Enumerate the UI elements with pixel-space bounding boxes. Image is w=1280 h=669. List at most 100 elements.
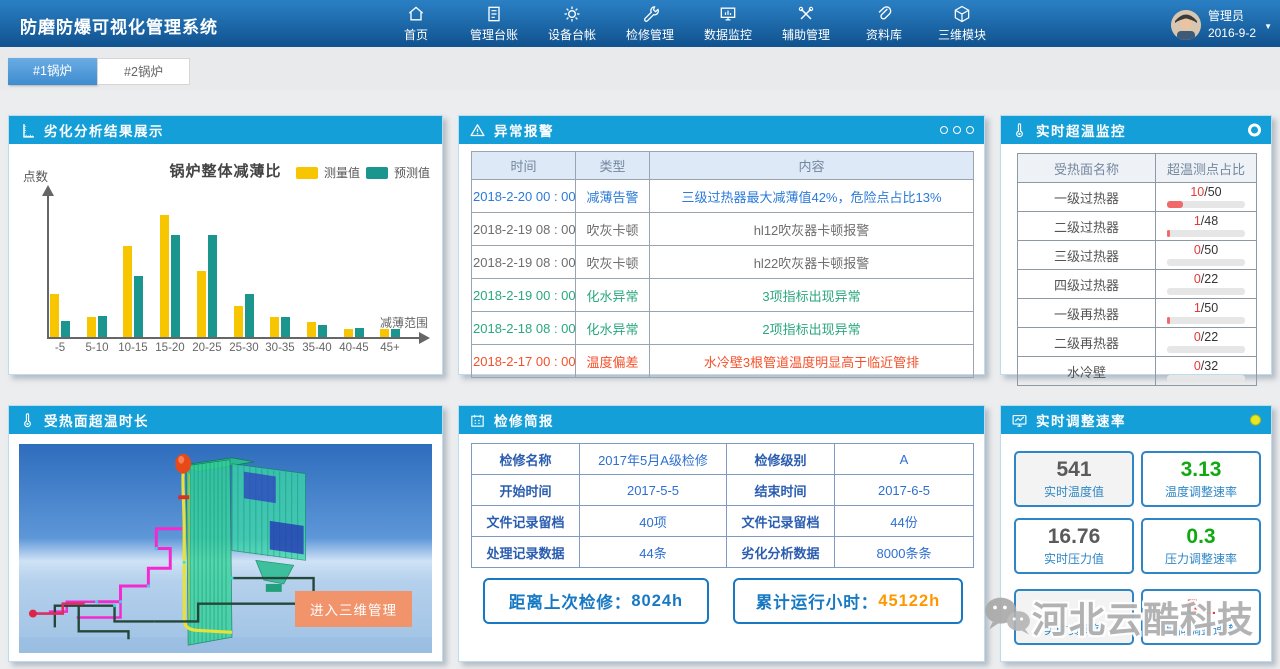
rate-card-温度调整速率: 3.13温度调整速率 <box>1141 451 1261 507</box>
surface-name-cell: 四级过热器 <box>1018 270 1156 299</box>
rate-label: 压力调整速率 <box>1143 550 1259 567</box>
nav-items: 首页管理台账设备台帐检修管理数据监控辅助管理 资料库 三维模块 <box>390 0 988 47</box>
maintenance-label-cell: 处理记录数据 <box>472 537 580 568</box>
alarm-table-body: 2018-2-20 00 : 00减薄告警三级过热器最大减薄值42%，危险点占比… <box>472 180 974 378</box>
alarm-content-cell: 水冷壁3根管道温度明显高于临近管排 <box>650 345 974 378</box>
overtemp-fraction: 0/32 <box>1162 360 1250 373</box>
surface-name-cell: 水冷壁 <box>1018 357 1156 386</box>
dot-icon[interactable] <box>966 126 974 134</box>
alarm-content-cell: 三级过热器最大减薄值42%，危险点占比13% <box>650 180 974 213</box>
tab-bar: #1锅炉#2锅炉 <box>0 47 1280 90</box>
app-title: 防磨防爆可视化管理系统 <box>20 13 218 38</box>
overtemp-progress-fill <box>1167 201 1183 208</box>
alarm-row: 2018-2-17 00 : 00温度偏差水冷壁3根管道温度明显高于临近管排 <box>472 345 974 378</box>
alarm-time-cell: 2018-2-19 08 : 00 <box>472 246 576 279</box>
rate-label: 实时压力值 <box>1016 550 1132 567</box>
radio-indicator-icon[interactable] <box>1248 124 1261 137</box>
nav-item-tools[interactable]: 辅助管理 <box>780 0 832 47</box>
bar-测量值 <box>307 322 316 337</box>
nav-item-label: 资料库 <box>866 26 902 43</box>
bar-预测值 <box>61 321 70 337</box>
overtemp-row: 二级过热器1/48 <box>1018 212 1257 241</box>
overtemp-fraction: 0/22 <box>1162 331 1250 344</box>
alarm-time-cell: 2018-2-20 00 : 00 <box>472 180 576 213</box>
tab-boiler-1[interactable]: #1锅炉 <box>8 58 97 85</box>
maintenance-value-cell: 40项 <box>580 506 727 537</box>
alarm-content-cell: 3项指标出现异常 <box>650 279 974 312</box>
nav-item-ledger[interactable]: 管理台账 <box>468 0 520 47</box>
bar-group--5 <box>50 294 70 337</box>
nav-item-paperclip[interactable]: 资料库 <box>858 0 910 47</box>
overtemp-numerator: 0 <box>1194 330 1201 344</box>
user-menu[interactable]: 管理员 2016-9-2 <box>1171 8 1256 43</box>
overtemp-column-header: 超温测点占比 <box>1156 154 1257 183</box>
bar-group-35-40 <box>307 322 327 337</box>
bar-预测值 <box>208 235 217 337</box>
alarm-table-head: 时间类型内容 <box>472 152 974 180</box>
overtemp-numerator: 1 <box>1194 214 1201 228</box>
maintenance-value-cell: 44条 <box>580 537 727 568</box>
overtemp-fraction: 1/50 <box>1162 302 1250 315</box>
overtemp-ratio-cell: 10/50 <box>1156 183 1257 212</box>
rate-label: 实时温度值 <box>1016 483 1132 500</box>
rate-value: 3.13 <box>1143 458 1259 482</box>
chevron-down-icon[interactable]: ▼ <box>1264 22 1272 31</box>
nav-item-monitor[interactable]: 数据监控 <box>702 0 754 47</box>
top-nav: 防磨防爆可视化管理系统 首页管理台账设备台帐检修管理数据监控辅助管理 资料库 三维模… <box>0 0 1280 47</box>
bar-测量值 <box>50 294 59 337</box>
panel-rates-header: 实时调整速率 <box>1001 406 1271 434</box>
overtemp-row: 一级再热器 1/50 <box>1018 299 1257 328</box>
alarm-row: 2018-2-18 08 : 00化水异常2项指标出现异常 <box>472 312 974 345</box>
alarm-type-cell: 化水异常 <box>576 279 650 312</box>
status-indicator-icon[interactable] <box>1250 415 1261 426</box>
surface-name-cell: 一级再热器 <box>1018 299 1156 328</box>
bar-测量值 <box>234 306 243 337</box>
tab-boiler-2[interactable]: #2锅炉 <box>97 58 190 85</box>
overtemp-row: 一级过热器10/50 <box>1018 183 1257 212</box>
dot-icon[interactable] <box>940 126 948 134</box>
bar-测量值 <box>160 215 169 337</box>
bar-测量值 <box>87 317 96 337</box>
panel-maintenance-brief: 检修简报 检修名称2017年5月A级检修检修级别A开始时间2017-5-5结束时… <box>458 405 985 662</box>
nav-item-gear[interactable]: 设备台帐 <box>546 0 598 47</box>
nav-item-cube[interactable]: 三维模块 <box>936 0 988 47</box>
maintenance-value-cell: 44份 <box>835 506 974 537</box>
rate-card-实时温度值: 541实时温度值 <box>1014 451 1134 507</box>
panel-title: 实时超温监控 <box>1036 120 1126 140</box>
overtemp-ratio-cell: 0/32 <box>1156 357 1257 386</box>
overtemp-fraction: 10/50 <box>1162 186 1250 199</box>
panel-degradation-analysis: 劣化分析结果展示 点数 锅炉整体减薄比 测量值预测值 减薄范围 -55-1010… <box>8 115 443 375</box>
rate-card-压力调整速率: 0.3压力调整速率 <box>1141 518 1261 574</box>
panel-title: 异常报警 <box>494 120 554 140</box>
maintenance-label-cell: 文件记录留档 <box>472 506 580 537</box>
maintenance-row: 检修名称2017年5月A级检修检修级别A <box>472 444 974 475</box>
y-axis-arrow <box>42 185 54 196</box>
maintenance-table-body: 检修名称2017年5月A级检修检修级别A开始时间2017-5-5结束时间2017… <box>472 444 974 568</box>
overtemp-ratio-cell: 0/22 <box>1156 328 1257 357</box>
bar-预测值 <box>318 325 327 337</box>
panel-title: 劣化分析结果展示 <box>44 120 164 140</box>
boiler-3d-scene[interactable]: 进入三维管理 <box>19 444 432 653</box>
overtemp-ratio-cell: 1/50 <box>1156 299 1257 328</box>
overtemp-row: 四级过热器 0/22 <box>1018 270 1257 299</box>
overtemp-progress-fill <box>1167 230 1170 237</box>
maintenance-label-cell: 开始时间 <box>472 475 580 506</box>
maintenance-value-cell: 2017年5月A级检修 <box>580 444 727 475</box>
legend-swatch <box>296 167 318 179</box>
enter-3d-management-button[interactable]: 进入三维管理 <box>295 591 412 627</box>
alarm-pager-dots[interactable] <box>940 126 974 134</box>
nav-item-wrench[interactable]: 检修管理 <box>624 0 676 47</box>
overtemp-fraction: 0/22 <box>1162 273 1250 286</box>
dot-icon[interactable] <box>953 126 961 134</box>
since-last-maintenance-button[interactable]: 距离上次检修：8024h <box>483 578 709 624</box>
button-label: 距离上次检修： <box>509 589 632 613</box>
alarm-type-cell: 吹灰卡顿 <box>576 246 650 279</box>
panel-degradation-header: 劣化分析结果展示 <box>9 116 442 144</box>
nav-item-label: 辅助管理 <box>782 26 830 43</box>
button-value: 45122h <box>878 592 940 611</box>
bar-group-10-15 <box>123 246 143 337</box>
overtemp-ratio-cell: 0/22 <box>1156 270 1257 299</box>
alarm-content-cell: 2项指标出现异常 <box>650 312 974 345</box>
nav-item-home[interactable]: 首页 <box>390 0 442 47</box>
total-running-hours-button[interactable]: 累计运行小时：45122h <box>733 578 963 624</box>
